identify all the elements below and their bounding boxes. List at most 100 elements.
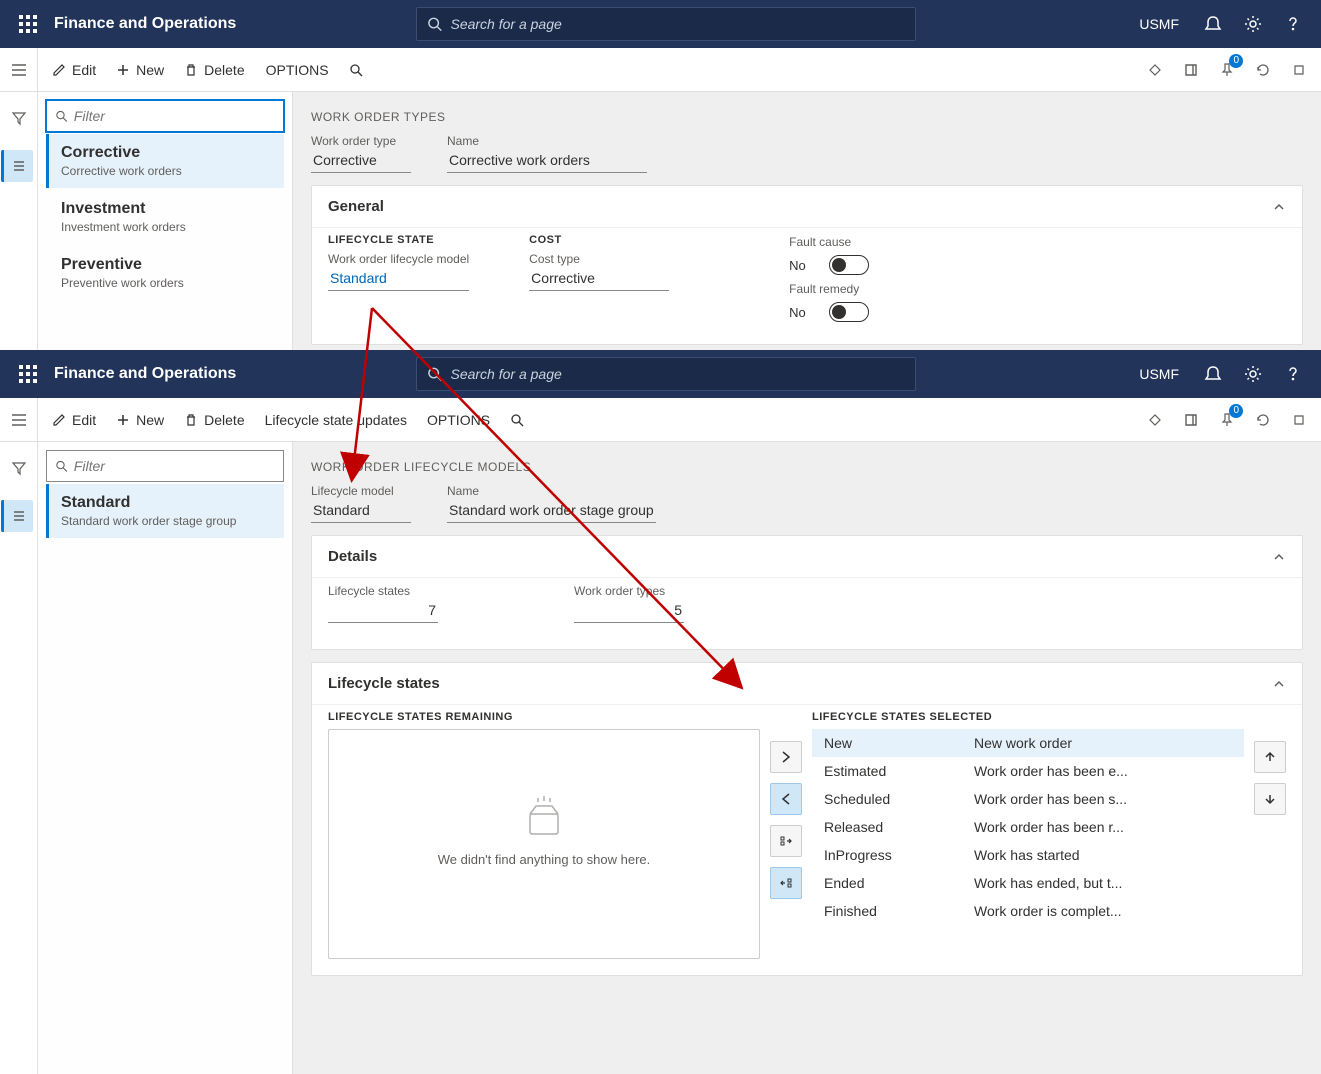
navigation-rail: [0, 442, 38, 1074]
search-box[interactable]: [416, 7, 916, 41]
details-header[interactable]: Details: [312, 536, 1302, 577]
options-button[interactable]: OPTIONS: [417, 404, 500, 436]
move-down-button[interactable]: [1254, 783, 1286, 815]
list-pane: CorrectiveCorrective work ordersInvestme…: [38, 92, 293, 350]
state-row[interactable]: ReleasedWork order has been r...: [812, 813, 1244, 841]
order-buttons: [1254, 711, 1286, 959]
field-label: Name: [447, 134, 647, 148]
office-icon[interactable]: [1173, 398, 1209, 442]
search-icon: [427, 366, 442, 382]
company-label[interactable]: USMF: [1125, 366, 1193, 382]
pin-icon[interactable]: 0: [1209, 48, 1245, 92]
list-rail-icon[interactable]: [1, 150, 33, 182]
new-button[interactable]: New: [106, 404, 174, 436]
search-box[interactable]: [416, 357, 916, 391]
navbar: Finance and Operations USMF: [0, 0, 1321, 48]
hamburger-icon[interactable]: [0, 48, 38, 91]
name-field[interactable]: Corrective work orders: [447, 148, 647, 173]
app-title: Finance and Operations: [54, 15, 236, 33]
general-header[interactable]: General: [312, 186, 1302, 227]
list-pane: StandardStandard work order stage group: [38, 442, 293, 1074]
list-item[interactable]: CorrectiveCorrective work orders: [46, 134, 284, 188]
company-label[interactable]: USMF: [1125, 16, 1193, 32]
remaining-panel: We didn't find anything to show here.: [328, 729, 760, 959]
move-up-button[interactable]: [1254, 741, 1286, 773]
find-button[interactable]: [500, 404, 534, 436]
shuttle-buttons: [770, 711, 802, 959]
list-item[interactable]: StandardStandard work order stage group: [46, 484, 284, 538]
state-row[interactable]: FinishedWork order is complet...: [812, 897, 1244, 925]
main-pane: WORK ORDER TYPES Work order typeCorrecti…: [293, 92, 1321, 350]
cost-type-field[interactable]: Corrective: [529, 266, 669, 291]
filter-rail-icon[interactable]: [3, 102, 35, 134]
section-heading: COST: [529, 234, 669, 246]
popout-icon[interactable]: [1281, 48, 1317, 92]
help-icon[interactable]: [1273, 350, 1313, 398]
help-icon[interactable]: [1273, 0, 1313, 48]
navigation-rail: [0, 92, 38, 350]
state-row[interactable]: NewNew work order: [812, 729, 1244, 757]
refresh-icon[interactable]: [1245, 398, 1281, 442]
field-label: Cost type: [529, 252, 669, 266]
waffle-icon[interactable]: [8, 350, 48, 398]
lifecycle-model-field[interactable]: Standard: [311, 498, 411, 523]
edit-button[interactable]: Edit: [42, 54, 106, 86]
move-right-button[interactable]: [770, 741, 802, 773]
search-icon: [55, 109, 68, 123]
hamburger-icon[interactable]: [0, 398, 38, 441]
lifecycle-model-field[interactable]: Standard: [328, 266, 469, 291]
lifecycle-updates-button[interactable]: Lifecycle state updates: [255, 404, 417, 436]
pin-icon[interactable]: 0: [1209, 398, 1245, 442]
filter-box[interactable]: [46, 450, 284, 482]
fault-cause-toggle[interactable]: [829, 255, 869, 275]
work-order-types-count: 5: [574, 598, 684, 623]
action-pane: Edit New Delete Lifecycle state updates …: [38, 398, 1321, 441]
field-label: Fault cause: [789, 235, 851, 249]
delete-button[interactable]: Delete: [174, 404, 254, 436]
move-all-right-button[interactable]: [770, 825, 802, 857]
main-pane: WORK ORDER LIFECYCLE MODELS Lifecycle mo…: [293, 442, 1321, 1074]
attach-icon[interactable]: [1137, 398, 1173, 442]
fault-remedy-toggle[interactable]: [829, 302, 869, 322]
refresh-icon[interactable]: [1245, 48, 1281, 92]
edit-button[interactable]: Edit: [42, 404, 106, 436]
list-item[interactable]: PreventivePreventive work orders: [46, 246, 284, 300]
work-order-type-field[interactable]: Corrective: [311, 148, 411, 173]
delete-button[interactable]: Delete: [174, 54, 254, 86]
state-row[interactable]: InProgressWork has started: [812, 841, 1244, 869]
lifecycle-states-header[interactable]: Lifecycle states: [312, 663, 1302, 704]
bell-icon[interactable]: [1193, 350, 1233, 398]
state-row[interactable]: ScheduledWork order has been s...: [812, 785, 1244, 813]
find-button[interactable]: [339, 54, 373, 86]
search-input[interactable]: [450, 366, 905, 382]
filter-box[interactable]: [46, 100, 284, 132]
filter-rail-icon[interactable]: [3, 452, 35, 484]
page-heading: WORK ORDER LIFECYCLE MODELS: [311, 454, 1303, 484]
move-all-left-button[interactable]: [770, 867, 802, 899]
move-left-button[interactable]: [770, 783, 802, 815]
field-label: Work order lifecycle model: [328, 252, 469, 266]
page-heading: WORK ORDER TYPES: [311, 104, 1303, 134]
list-item[interactable]: InvestmentInvestment work orders: [46, 190, 284, 244]
state-row[interactable]: EndedWork has ended, but t...: [812, 869, 1244, 897]
new-button[interactable]: New: [106, 54, 174, 86]
field-label: Fault remedy: [789, 282, 859, 296]
empty-text: We didn't find anything to show here.: [438, 852, 651, 867]
section-heading: LIFECYCLE STATE: [328, 234, 469, 246]
office-icon[interactable]: [1173, 48, 1209, 92]
field-label: Name: [447, 484, 656, 498]
gear-icon[interactable]: [1233, 0, 1273, 48]
options-button[interactable]: OPTIONS: [256, 54, 339, 86]
app-title: Finance and Operations: [54, 365, 236, 383]
filter-input[interactable]: [74, 458, 275, 474]
state-row[interactable]: EstimatedWork order has been e...: [812, 757, 1244, 785]
search-input[interactable]: [450, 16, 905, 32]
name-field[interactable]: Standard work order stage group: [447, 498, 656, 523]
gear-icon[interactable]: [1233, 350, 1273, 398]
waffle-icon[interactable]: [8, 0, 48, 48]
bell-icon[interactable]: [1193, 0, 1233, 48]
list-rail-icon[interactable]: [1, 500, 33, 532]
filter-input[interactable]: [74, 108, 275, 124]
popout-icon[interactable]: [1281, 398, 1317, 442]
attach-icon[interactable]: [1137, 48, 1173, 92]
